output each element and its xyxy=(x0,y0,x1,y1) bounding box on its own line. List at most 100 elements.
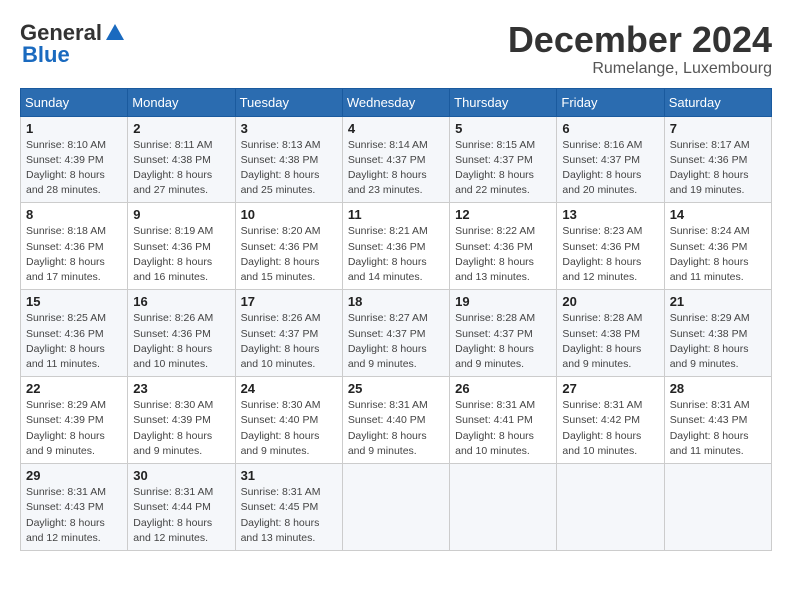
day-number: 10 xyxy=(241,207,337,222)
day-number: 17 xyxy=(241,294,337,309)
day-info: Sunrise: 8:19 AMSunset: 4:36 PMDaylight:… xyxy=(133,224,229,285)
day-number: 16 xyxy=(133,294,229,309)
calendar-cell: 18 Sunrise: 8:27 AMSunset: 4:37 PMDaylig… xyxy=(342,290,449,377)
day-header-tuesday: Tuesday xyxy=(235,88,342,116)
day-info: Sunrise: 8:31 AMSunset: 4:45 PMDaylight:… xyxy=(241,485,337,546)
day-number: 29 xyxy=(26,468,122,483)
day-number: 12 xyxy=(455,207,551,222)
calendar-week-row: 15 Sunrise: 8:25 AMSunset: 4:36 PMDaylig… xyxy=(21,290,772,377)
day-header-sunday: Sunday xyxy=(21,88,128,116)
calendar-header-row: SundayMondayTuesdayWednesdayThursdayFrid… xyxy=(21,88,772,116)
calendar-cell: 28 Sunrise: 8:31 AMSunset: 4:43 PMDaylig… xyxy=(664,377,771,464)
calendar-cell: 8 Sunrise: 8:18 AMSunset: 4:36 PMDayligh… xyxy=(21,203,128,290)
day-info: Sunrise: 8:10 AMSunset: 4:39 PMDaylight:… xyxy=(26,138,122,199)
calendar-week-row: 22 Sunrise: 8:29 AMSunset: 4:39 PMDaylig… xyxy=(21,377,772,464)
calendar-week-row: 29 Sunrise: 8:31 AMSunset: 4:43 PMDaylig… xyxy=(21,464,772,551)
day-info: Sunrise: 8:23 AMSunset: 4:36 PMDaylight:… xyxy=(562,224,658,285)
calendar-week-row: 1 Sunrise: 8:10 AMSunset: 4:39 PMDayligh… xyxy=(21,116,772,203)
day-number: 7 xyxy=(670,121,766,136)
day-number: 5 xyxy=(455,121,551,136)
day-info: Sunrise: 8:24 AMSunset: 4:36 PMDaylight:… xyxy=(670,224,766,285)
calendar-cell: 17 Sunrise: 8:26 AMSunset: 4:37 PMDaylig… xyxy=(235,290,342,377)
calendar-cell: 30 Sunrise: 8:31 AMSunset: 4:44 PMDaylig… xyxy=(128,464,235,551)
calendar-cell: 22 Sunrise: 8:29 AMSunset: 4:39 PMDaylig… xyxy=(21,377,128,464)
day-info: Sunrise: 8:18 AMSunset: 4:36 PMDaylight:… xyxy=(26,224,122,285)
calendar-cell: 9 Sunrise: 8:19 AMSunset: 4:36 PMDayligh… xyxy=(128,203,235,290)
day-number: 18 xyxy=(348,294,444,309)
calendar-cell: 3 Sunrise: 8:13 AMSunset: 4:38 PMDayligh… xyxy=(235,116,342,203)
calendar-cell xyxy=(450,464,557,551)
day-number: 6 xyxy=(562,121,658,136)
location: Rumelange, Luxembourg xyxy=(508,60,772,78)
calendar-cell: 25 Sunrise: 8:31 AMSunset: 4:40 PMDaylig… xyxy=(342,377,449,464)
calendar-cell: 27 Sunrise: 8:31 AMSunset: 4:42 PMDaylig… xyxy=(557,377,664,464)
day-info: Sunrise: 8:17 AMSunset: 4:36 PMDaylight:… xyxy=(670,138,766,199)
calendar-cell: 2 Sunrise: 8:11 AMSunset: 4:38 PMDayligh… xyxy=(128,116,235,203)
day-number: 26 xyxy=(455,381,551,396)
day-info: Sunrise: 8:30 AMSunset: 4:40 PMDaylight:… xyxy=(241,398,337,459)
calendar-cell xyxy=(557,464,664,551)
calendar-cell: 16 Sunrise: 8:26 AMSunset: 4:36 PMDaylig… xyxy=(128,290,235,377)
day-number: 31 xyxy=(241,468,337,483)
day-number: 23 xyxy=(133,381,229,396)
day-header-thursday: Thursday xyxy=(450,88,557,116)
day-info: Sunrise: 8:26 AMSunset: 4:36 PMDaylight:… xyxy=(133,311,229,372)
day-info: Sunrise: 8:13 AMSunset: 4:38 PMDaylight:… xyxy=(241,138,337,199)
page-header: General Blue December 2024 Rumelange, Lu… xyxy=(20,20,772,78)
day-number: 25 xyxy=(348,381,444,396)
day-info: Sunrise: 8:16 AMSunset: 4:37 PMDaylight:… xyxy=(562,138,658,199)
day-number: 1 xyxy=(26,121,122,136)
day-number: 3 xyxy=(241,121,337,136)
day-info: Sunrise: 8:20 AMSunset: 4:36 PMDaylight:… xyxy=(241,224,337,285)
day-info: Sunrise: 8:15 AMSunset: 4:37 PMDaylight:… xyxy=(455,138,551,199)
calendar-cell xyxy=(664,464,771,551)
day-info: Sunrise: 8:11 AMSunset: 4:38 PMDaylight:… xyxy=(133,138,229,199)
calendar-table: SundayMondayTuesdayWednesdayThursdayFrid… xyxy=(20,88,772,551)
calendar-cell: 15 Sunrise: 8:25 AMSunset: 4:36 PMDaylig… xyxy=(21,290,128,377)
calendar-cell: 12 Sunrise: 8:22 AMSunset: 4:36 PMDaylig… xyxy=(450,203,557,290)
day-number: 4 xyxy=(348,121,444,136)
day-info: Sunrise: 8:28 AMSunset: 4:37 PMDaylight:… xyxy=(455,311,551,372)
calendar-cell: 24 Sunrise: 8:30 AMSunset: 4:40 PMDaylig… xyxy=(235,377,342,464)
day-header-saturday: Saturday xyxy=(664,88,771,116)
day-header-monday: Monday xyxy=(128,88,235,116)
day-number: 27 xyxy=(562,381,658,396)
day-info: Sunrise: 8:31 AMSunset: 4:40 PMDaylight:… xyxy=(348,398,444,459)
month-title: December 2024 xyxy=(508,20,772,60)
calendar-cell: 14 Sunrise: 8:24 AMSunset: 4:36 PMDaylig… xyxy=(664,203,771,290)
day-info: Sunrise: 8:31 AMSunset: 4:42 PMDaylight:… xyxy=(562,398,658,459)
day-number: 13 xyxy=(562,207,658,222)
day-header-friday: Friday xyxy=(557,88,664,116)
day-number: 20 xyxy=(562,294,658,309)
calendar-cell: 11 Sunrise: 8:21 AMSunset: 4:36 PMDaylig… xyxy=(342,203,449,290)
day-number: 2 xyxy=(133,121,229,136)
day-info: Sunrise: 8:29 AMSunset: 4:39 PMDaylight:… xyxy=(26,398,122,459)
day-info: Sunrise: 8:29 AMSunset: 4:38 PMDaylight:… xyxy=(670,311,766,372)
calendar-cell: 5 Sunrise: 8:15 AMSunset: 4:37 PMDayligh… xyxy=(450,116,557,203)
calendar-cell: 4 Sunrise: 8:14 AMSunset: 4:37 PMDayligh… xyxy=(342,116,449,203)
day-number: 8 xyxy=(26,207,122,222)
day-number: 14 xyxy=(670,207,766,222)
day-number: 19 xyxy=(455,294,551,309)
calendar-cell: 7 Sunrise: 8:17 AMSunset: 4:36 PMDayligh… xyxy=(664,116,771,203)
logo-icon xyxy=(104,22,126,44)
day-info: Sunrise: 8:31 AMSunset: 4:43 PMDaylight:… xyxy=(670,398,766,459)
calendar-cell: 19 Sunrise: 8:28 AMSunset: 4:37 PMDaylig… xyxy=(450,290,557,377)
day-number: 11 xyxy=(348,207,444,222)
day-info: Sunrise: 8:22 AMSunset: 4:36 PMDaylight:… xyxy=(455,224,551,285)
calendar-cell: 29 Sunrise: 8:31 AMSunset: 4:43 PMDaylig… xyxy=(21,464,128,551)
day-info: Sunrise: 8:28 AMSunset: 4:38 PMDaylight:… xyxy=(562,311,658,372)
calendar-cell: 10 Sunrise: 8:20 AMSunset: 4:36 PMDaylig… xyxy=(235,203,342,290)
day-info: Sunrise: 8:31 AMSunset: 4:44 PMDaylight:… xyxy=(133,485,229,546)
day-number: 24 xyxy=(241,381,337,396)
day-number: 21 xyxy=(670,294,766,309)
calendar-cell: 21 Sunrise: 8:29 AMSunset: 4:38 PMDaylig… xyxy=(664,290,771,377)
day-info: Sunrise: 8:30 AMSunset: 4:39 PMDaylight:… xyxy=(133,398,229,459)
day-number: 30 xyxy=(133,468,229,483)
logo: General Blue xyxy=(20,20,128,68)
day-number: 22 xyxy=(26,381,122,396)
day-info: Sunrise: 8:21 AMSunset: 4:36 PMDaylight:… xyxy=(348,224,444,285)
day-info: Sunrise: 8:25 AMSunset: 4:36 PMDaylight:… xyxy=(26,311,122,372)
day-info: Sunrise: 8:27 AMSunset: 4:37 PMDaylight:… xyxy=(348,311,444,372)
day-number: 15 xyxy=(26,294,122,309)
